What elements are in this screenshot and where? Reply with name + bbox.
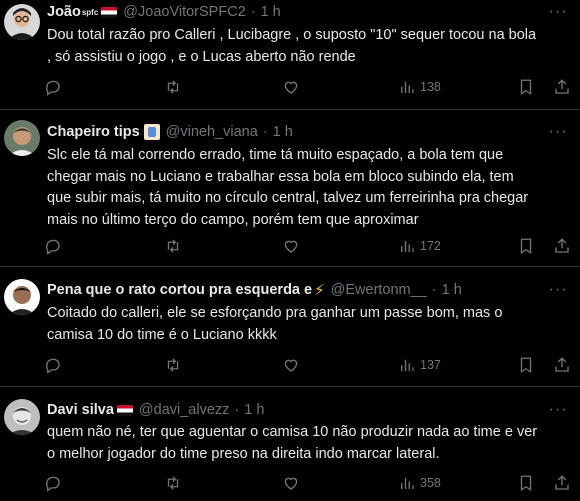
- user-handle[interactable]: @vineh_viana: [166, 124, 258, 140]
- views-count: 172: [420, 239, 441, 253]
- tweet-header: João spfc @JoaoVitorSPFC2 · 1 h: [47, 2, 281, 22]
- timeline-feed: João spfc @JoaoVitorSPFC2 · 1 h ··· Dou t…: [0, 0, 580, 501]
- retweet-icon: [167, 476, 179, 490]
- bookmark-icon: [520, 238, 532, 255]
- tweet-actions: 358: [41, 471, 580, 495]
- share-button[interactable]: [553, 234, 571, 258]
- bookmark-button[interactable]: [517, 471, 535, 495]
- share-button[interactable]: [553, 353, 571, 377]
- tweet[interactable]: Chapeiro tips @vineh_viana · 1 h ··· Slc…: [0, 110, 580, 267]
- more-icon[interactable]: ···: [548, 400, 568, 420]
- user-handle[interactable]: @davi_alvezz: [139, 402, 229, 418]
- user-handle[interactable]: @JoaoVitorSPFC2: [123, 4, 245, 20]
- more-icon[interactable]: ···: [548, 280, 568, 300]
- avatar[interactable]: [4, 4, 40, 40]
- share-icon: [555, 79, 569, 94]
- tweet[interactable]: João spfc @JoaoVitorSPFC2 · 1 h ··· Dou t…: [0, 0, 580, 110]
- share-icon: [555, 238, 569, 253]
- avatar[interactable]: [4, 399, 40, 435]
- views-count: 138: [420, 80, 441, 94]
- separator-dot: ·: [431, 282, 437, 298]
- heart-icon: [284, 81, 298, 94]
- like-button[interactable]: [282, 234, 300, 258]
- bookmark-icon: [520, 475, 532, 492]
- lightning-bolt-icon: ⚡: [314, 282, 325, 299]
- display-name[interactable]: Pena que o rato cortou pra esquerda e: [47, 282, 312, 298]
- bookmark-button[interactable]: [517, 353, 535, 377]
- tweet-actions: 137: [41, 353, 580, 377]
- emoji-badge-icon: [143, 124, 160, 140]
- retweet-icon: [167, 80, 179, 94]
- retweet-button[interactable]: [164, 471, 182, 495]
- retweet-icon: [167, 239, 179, 253]
- bookmark-button[interactable]: [517, 234, 535, 258]
- share-button[interactable]: [553, 471, 571, 495]
- views-count: 137: [420, 358, 441, 372]
- avatar[interactable]: [4, 120, 40, 156]
- like-button[interactable]: [282, 353, 300, 377]
- views-icon: [401, 81, 414, 93]
- bookmark-button[interactable]: [517, 75, 535, 99]
- tweet-header: Pena que o rato cortou pra esquerda e ⚡ …: [47, 280, 462, 300]
- user-handle[interactable]: @Ewertonm__: [331, 282, 427, 298]
- tweet-actions: 138: [41, 75, 580, 99]
- reply-icon: [46, 476, 60, 492]
- reply-icon: [46, 239, 60, 255]
- tweet-actions: 172: [41, 234, 580, 258]
- views-button[interactable]: 138: [398, 75, 441, 99]
- reply-button[interactable]: [44, 353, 62, 377]
- heart-icon: [284, 240, 298, 253]
- tweet-text: quem não né, ter que aguentar o camisa 1…: [47, 424, 538, 462]
- heart-icon: [284, 477, 298, 490]
- share-button[interactable]: [553, 75, 571, 99]
- timestamp[interactable]: 1 h: [261, 4, 281, 20]
- bookmark-icon: [520, 79, 532, 96]
- views-button[interactable]: 137: [398, 353, 441, 377]
- tweet[interactable]: Davi silva @davi_alvezz · 1 h ··· quem n…: [0, 387, 580, 501]
- reply-icon: [46, 80, 60, 96]
- retweet-button[interactable]: [164, 353, 182, 377]
- separator-dot: ·: [234, 402, 240, 418]
- tweet-text: Slc ele tá mal correndo errado, time tá …: [47, 147, 529, 228]
- views-icon: [401, 477, 414, 489]
- share-icon: [555, 357, 569, 372]
- more-icon[interactable]: ···: [548, 2, 568, 22]
- like-button[interactable]: [282, 471, 300, 495]
- tweet-text: Dou total razão pro Calleri , Lucibagre …: [47, 27, 537, 65]
- share-icon: [555, 475, 569, 490]
- flag-emoji-icon: [116, 404, 133, 416]
- views-icon: [401, 359, 414, 371]
- display-name[interactable]: Chapeiro tips: [47, 124, 140, 140]
- reply-icon: [46, 358, 60, 374]
- display-name[interactable]: Davi silva: [47, 402, 114, 418]
- views-button[interactable]: 172: [398, 234, 441, 258]
- like-button[interactable]: [282, 75, 300, 99]
- tweet-text: Coitado do calleri, ele se esforçando pr…: [47, 305, 503, 343]
- reply-button[interactable]: [44, 471, 62, 495]
- separator-dot: ·: [250, 4, 256, 20]
- views-count: 358: [420, 476, 441, 490]
- timestamp[interactable]: 1 h: [442, 282, 462, 298]
- retweet-button[interactable]: [164, 75, 182, 99]
- avatar[interactable]: [4, 279, 40, 315]
- heart-icon: [284, 359, 298, 372]
- views-button[interactable]: 358: [398, 471, 441, 495]
- reply-button[interactable]: [44, 75, 62, 99]
- bookmark-icon: [520, 357, 532, 374]
- reply-button[interactable]: [44, 234, 62, 258]
- separator-dot: ·: [262, 124, 268, 140]
- tweet-header: Chapeiro tips @vineh_viana · 1 h: [47, 122, 293, 142]
- display-name[interactable]: João: [47, 4, 81, 20]
- timestamp[interactable]: 1 h: [273, 124, 293, 140]
- tweet-header: Davi silva @davi_alvezz · 1 h: [47, 400, 264, 420]
- more-icon[interactable]: ···: [548, 122, 568, 142]
- timestamp[interactable]: 1 h: [244, 402, 264, 418]
- views-icon: [401, 240, 414, 252]
- retweet-icon: [167, 358, 179, 372]
- tweet[interactable]: Pena que o rato cortou pra esquerda e ⚡ …: [0, 267, 580, 387]
- flag-emoji-icon: [101, 6, 118, 18]
- retweet-button[interactable]: [164, 234, 182, 258]
- display-name-superscript: spfc: [81, 7, 99, 17]
